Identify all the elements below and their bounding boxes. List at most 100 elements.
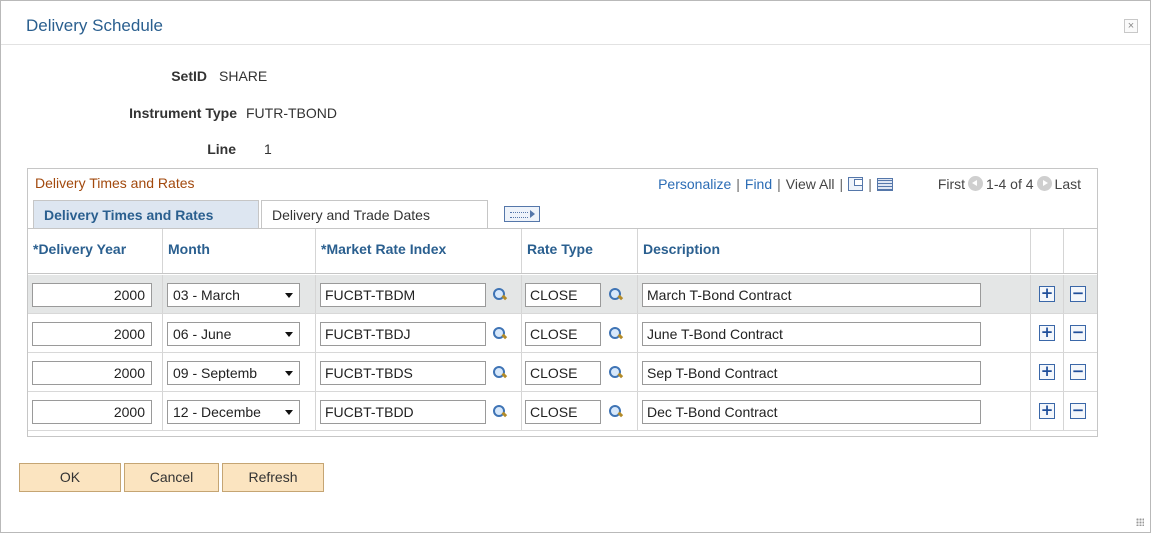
ok-button[interactable]: OK	[19, 463, 121, 492]
description-input[interactable]: June T-Bond Contract	[642, 322, 981, 346]
month-select-value: 06 - June	[173, 326, 232, 342]
first-link: First	[937, 176, 966, 192]
description-input[interactable]: Sep T-Bond Contract	[642, 361, 981, 385]
month-select-value: 03 - March	[173, 287, 240, 303]
col-header-add	[1031, 229, 1064, 273]
delete-row-button[interactable]: −	[1070, 403, 1086, 419]
col-header-market-rate-index[interactable]: *Market Rate Index	[316, 229, 522, 273]
rate-type-input[interactable]: CLOSE	[525, 400, 601, 424]
delivery-year-input[interactable]: 2000	[32, 400, 152, 424]
month-select[interactable]: 09 - Septemb	[167, 361, 300, 385]
description-input[interactable]: March T-Bond Contract	[642, 283, 981, 307]
lookup-search-icon[interactable]	[608, 404, 624, 420]
resize-grip-icon[interactable]	[1136, 518, 1144, 526]
lookup-search-icon[interactable]	[492, 365, 508, 381]
month-select[interactable]: 12 - Decembe	[167, 400, 300, 424]
row-range: 1-4 of 4	[986, 176, 1034, 192]
delivery-year-input[interactable]: 2000	[32, 322, 152, 346]
cancel-button[interactable]: Cancel	[124, 463, 219, 492]
market-rate-index-input[interactable]: FUCBT-TBDJ	[320, 322, 486, 346]
rate-type-input[interactable]: CLOSE	[525, 322, 601, 346]
next-arrow-icon[interactable]	[1036, 176, 1052, 191]
lookup-search-icon[interactable]	[608, 365, 624, 381]
cell-delivery-year: 2000	[28, 275, 163, 313]
cell-rate-type: CLOSE	[522, 314, 638, 352]
month-select-value: 12 - Decembe	[173, 404, 261, 420]
find-link[interactable]: Find	[745, 176, 772, 192]
nav-separator: |	[777, 176, 781, 192]
market-rate-index-input[interactable]: FUCBT-TBDD	[320, 400, 486, 424]
grid-title: Delivery Times and Rates	[35, 175, 195, 191]
add-row-button[interactable]: +	[1039, 325, 1055, 341]
chevron-down-icon	[285, 371, 293, 376]
delete-row-button[interactable]: −	[1070, 286, 1086, 302]
cell-month: 03 - March	[163, 275, 316, 313]
download-grid-icon[interactable]	[876, 178, 893, 191]
table-row: 2000 12 - Decembe FUCBT-TBDD CLOSE Dec T…	[28, 392, 1097, 431]
cell-month: 09 - Septemb	[163, 353, 316, 391]
delete-row-button[interactable]: −	[1070, 325, 1086, 341]
cell-add: +	[1031, 275, 1064, 313]
setid-label: SetID	[171, 68, 207, 84]
cell-delete: −	[1064, 314, 1097, 352]
market-rate-index-input[interactable]: FUCBT-TBDM	[320, 283, 486, 307]
cell-delivery-year: 2000	[28, 314, 163, 352]
previous-arrow-icon[interactable]	[968, 176, 984, 191]
cell-market-rate-index: FUCBT-TBDM	[316, 275, 522, 313]
month-select[interactable]: 03 - March	[167, 283, 300, 307]
personalize-link[interactable]: Personalize	[658, 176, 731, 192]
table-row: 2000 03 - March FUCBT-TBDM CLOSE March T…	[28, 275, 1097, 314]
chevron-down-icon	[285, 332, 293, 337]
instrument-type-label: Instrument Type	[129, 105, 237, 121]
lookup-search-icon[interactable]	[492, 287, 508, 303]
cell-month: 06 - June	[163, 314, 316, 352]
add-row-button[interactable]: +	[1039, 364, 1055, 380]
nav-separator: |	[736, 176, 740, 192]
grid-header-row: *Delivery Year Month *Market Rate Index …	[28, 228, 1097, 274]
refresh-button[interactable]: Refresh	[222, 463, 324, 492]
col-header-rate-type[interactable]: Rate Type	[522, 229, 638, 273]
cell-description: March T-Bond Contract	[638, 275, 1031, 313]
lookup-search-icon[interactable]	[608, 287, 624, 303]
delivery-year-input[interactable]: 2000	[32, 361, 152, 385]
col-header-month[interactable]: Month	[163, 229, 316, 273]
col-header-delivery-year[interactable]: *Delivery Year	[28, 229, 163, 273]
add-row-button[interactable]: +	[1039, 286, 1055, 302]
cell-market-rate-index: FUCBT-TBDJ	[316, 314, 522, 352]
delivery-year-input[interactable]: 2000	[32, 283, 152, 307]
view-all-link[interactable]: View All	[786, 176, 835, 192]
new-window-icon[interactable]	[848, 177, 864, 191]
table-row: 2000 09 - Septemb FUCBT-TBDS CLOSE Sep T…	[28, 353, 1097, 392]
add-row-button[interactable]: +	[1039, 403, 1055, 419]
last-link: Last	[1054, 176, 1081, 192]
cell-delivery-year: 2000	[28, 353, 163, 391]
lookup-search-icon[interactable]	[608, 326, 624, 342]
cell-rate-type: CLOSE	[522, 353, 638, 391]
market-rate-index-input[interactable]: FUCBT-TBDS	[320, 361, 486, 385]
cell-add: +	[1031, 392, 1064, 430]
month-select-value: 09 - Septemb	[173, 365, 258, 381]
tab-delivery-times-and-rates[interactable]: Delivery Times and Rates	[33, 200, 259, 228]
lookup-search-icon[interactable]	[492, 404, 508, 420]
cell-delete: −	[1064, 392, 1097, 430]
close-icon[interactable]: ×	[1124, 19, 1138, 33]
tab-delivery-and-trade-dates[interactable]: Delivery and Trade Dates	[261, 200, 488, 228]
delete-row-button[interactable]: −	[1070, 364, 1086, 380]
cell-description: Dec T-Bond Contract	[638, 392, 1031, 430]
setid-value: SHARE	[219, 68, 268, 84]
line-field: Line	[1, 141, 236, 159]
lookup-search-icon[interactable]	[492, 326, 508, 342]
cell-description: Sep T-Bond Contract	[638, 353, 1031, 391]
chevron-down-icon	[285, 293, 293, 298]
description-input[interactable]: Dec T-Bond Contract	[642, 400, 981, 424]
rate-type-input[interactable]: CLOSE	[525, 283, 601, 307]
cell-delete: −	[1064, 275, 1097, 313]
col-header-description[interactable]: Description	[638, 229, 1031, 273]
delivery-times-grid: Delivery Times and Rates Personalize | Fin…	[27, 168, 1098, 437]
cell-market-rate-index: FUCBT-TBDS	[316, 353, 522, 391]
rate-type-input[interactable]: CLOSE	[525, 361, 601, 385]
show-all-columns-icon[interactable]	[504, 206, 540, 222]
col-header-delete	[1064, 229, 1097, 273]
cell-delete: −	[1064, 353, 1097, 391]
month-select[interactable]: 06 - June	[167, 322, 300, 346]
